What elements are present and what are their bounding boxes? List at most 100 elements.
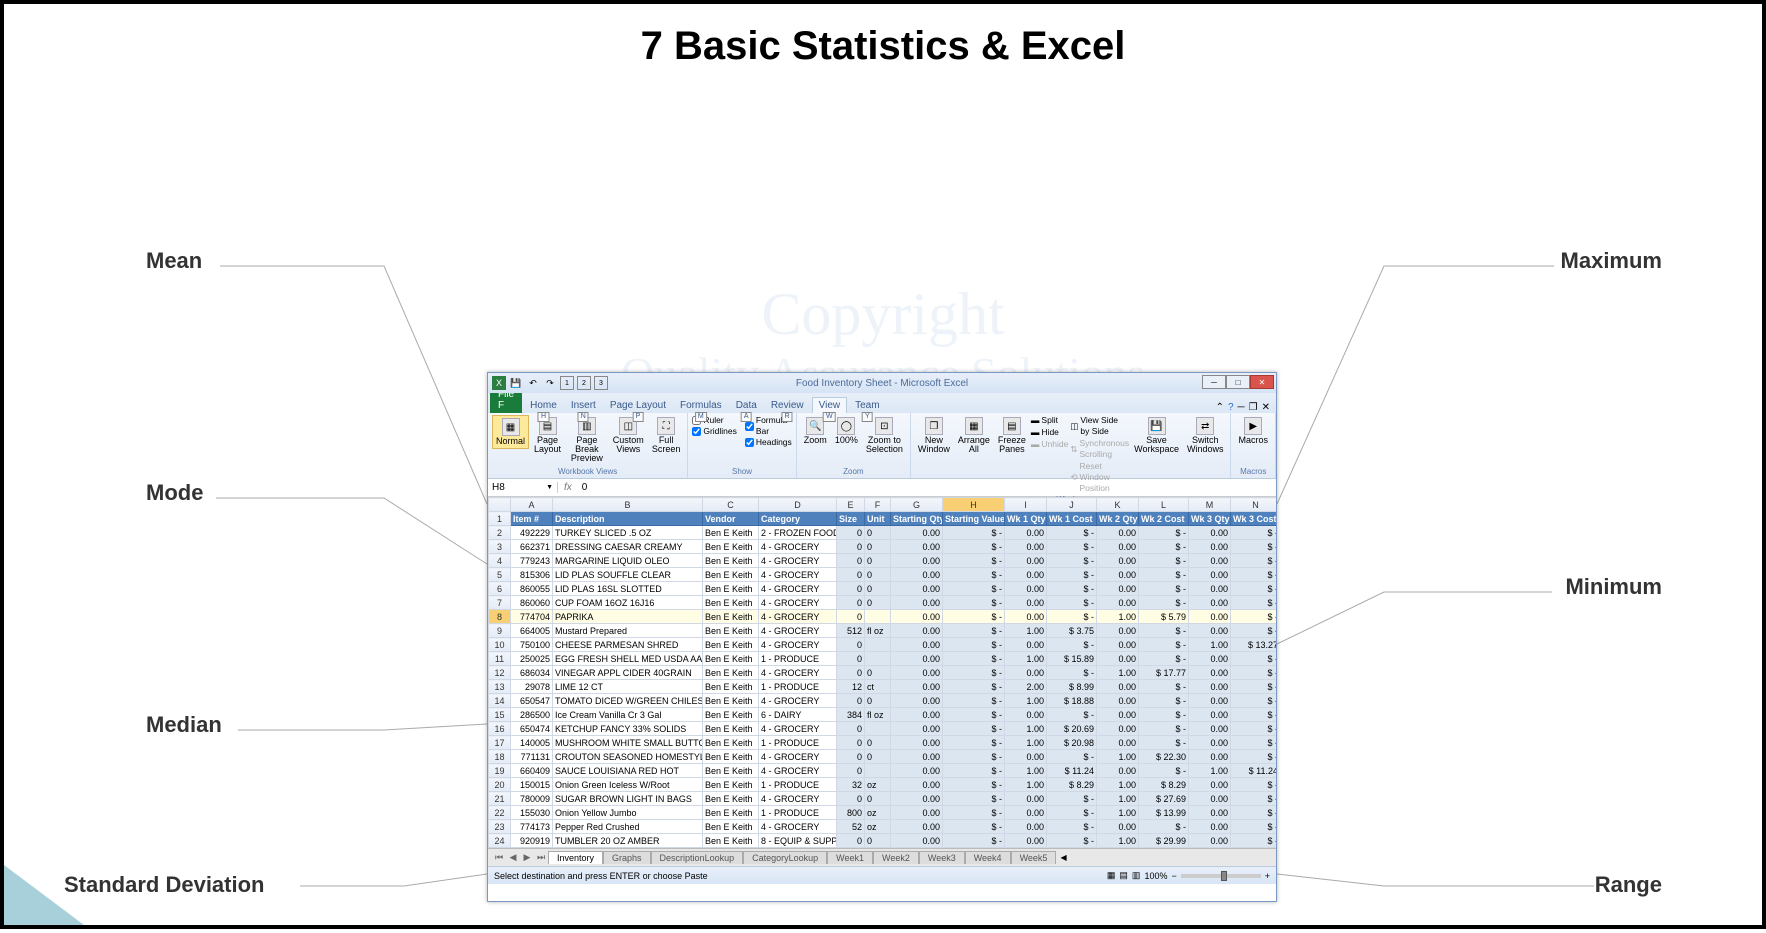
cell[interactable]: 0.00: [1005, 792, 1047, 806]
cell[interactable]: $ -: [1047, 554, 1097, 568]
sheet-tab[interactable]: Week2: [873, 851, 919, 864]
col-header[interactable]: L: [1139, 498, 1189, 512]
cell[interactable]: $ -: [1139, 820, 1189, 834]
cell[interactable]: 1.00: [1005, 624, 1047, 638]
cell[interactable]: Pepper Red Crushed: [553, 820, 703, 834]
zoom-slider[interactable]: [1181, 874, 1261, 878]
cell[interactable]: 0.00: [1005, 750, 1047, 764]
cell[interactable]: 0.00: [1005, 820, 1047, 834]
cell[interactable]: 0.00: [1189, 792, 1231, 806]
sheet-tab[interactable]: CategoryLookup: [743, 851, 827, 864]
cell[interactable]: $ -: [1047, 596, 1097, 610]
cell[interactable]: 0.00: [891, 820, 943, 834]
cell[interactable]: $ -: [943, 680, 1005, 694]
cell[interactable]: $ -: [943, 694, 1005, 708]
cell[interactable]: 650547: [511, 694, 553, 708]
cell[interactable]: 0: [865, 834, 891, 848]
cell[interactable]: 1.00: [1097, 778, 1139, 792]
cell[interactable]: 686034: [511, 666, 553, 680]
col-header[interactable]: M: [1189, 498, 1231, 512]
cell[interactable]: 0.00: [1097, 624, 1139, 638]
cell[interactable]: $ 13.27: [1231, 638, 1277, 652]
unhide-button[interactable]: ▬ Unhide: [1031, 439, 1068, 450]
cell[interactable]: 286500: [511, 708, 553, 722]
cell[interactable]: 2.00: [1005, 680, 1047, 694]
cell[interactable]: $ -: [1047, 638, 1097, 652]
cell[interactable]: 0.00: [1189, 736, 1231, 750]
cell[interactable]: Ben E Keith: [703, 540, 759, 554]
sheet-tab[interactable]: Inventory: [548, 851, 603, 864]
cell[interactable]: 920919: [511, 834, 553, 848]
row-header[interactable]: 10: [489, 638, 511, 652]
cell[interactable]: 0.00: [1189, 624, 1231, 638]
cell[interactable]: 1.00: [1097, 834, 1139, 848]
cell[interactable]: 0.00: [891, 806, 943, 820]
cell[interactable]: 0.00: [1005, 834, 1047, 848]
cell[interactable]: 4 - GROCERY: [759, 764, 837, 778]
cell[interactable]: 4 - GROCERY: [759, 820, 837, 834]
column-header-cell[interactable]: Starting Value: [943, 512, 1005, 526]
view-normal-icon[interactable]: ▦: [1107, 870, 1116, 881]
sheet-tab[interactable]: Week4: [965, 851, 1011, 864]
col-header[interactable]: H: [943, 498, 1005, 512]
qat-3[interactable]: 3: [594, 376, 608, 390]
sheet-tab[interactable]: Week1: [827, 851, 873, 864]
cell[interactable]: 0.00: [891, 540, 943, 554]
cell[interactable]: 1 - PRODUCE: [759, 806, 837, 820]
row-header[interactable]: 17: [489, 736, 511, 750]
cell[interactable]: 0: [837, 554, 865, 568]
cell[interactable]: $ 11.24: [1231, 764, 1277, 778]
cell[interactable]: 0: [837, 666, 865, 680]
cell[interactable]: Mustard Prepared: [553, 624, 703, 638]
cell[interactable]: $ -: [1231, 526, 1277, 540]
cell[interactable]: $ -: [943, 722, 1005, 736]
cell[interactable]: LIME 12 CT: [553, 680, 703, 694]
cell[interactable]: $ -: [943, 554, 1005, 568]
side-by-side-button[interactable]: ◫ View Side by Side: [1070, 415, 1129, 437]
cell[interactable]: 0.00: [1097, 596, 1139, 610]
cell[interactable]: oz: [865, 778, 891, 792]
column-header-cell[interactable]: Wk 1 Cost: [1047, 512, 1097, 526]
col-header[interactable]: F: [865, 498, 891, 512]
cell[interactable]: 0.00: [891, 582, 943, 596]
cell[interactable]: 0: [865, 582, 891, 596]
cell[interactable]: $ -: [1139, 624, 1189, 638]
cell[interactable]: 0.00: [1097, 582, 1139, 596]
cell[interactable]: 750100: [511, 638, 553, 652]
cell[interactable]: LID PLAS 16SL SLOTTED: [553, 582, 703, 596]
arrange-all-button[interactable]: ▦Arrange All: [955, 415, 993, 456]
cell[interactable]: 512: [837, 624, 865, 638]
cell[interactable]: $ 11.24: [1047, 764, 1097, 778]
cell[interactable]: $ -: [943, 736, 1005, 750]
cell[interactable]: 4 - GROCERY: [759, 582, 837, 596]
cell[interactable]: 0: [865, 596, 891, 610]
cell[interactable]: ct: [865, 680, 891, 694]
doc-close-icon[interactable]: ✕: [1262, 402, 1270, 413]
cell[interactable]: 0: [865, 736, 891, 750]
cell[interactable]: 0.00: [1189, 694, 1231, 708]
cell[interactable]: $ -: [1231, 736, 1277, 750]
row-header[interactable]: 14: [489, 694, 511, 708]
cell[interactable]: 780009: [511, 792, 553, 806]
row-header[interactable]: 22: [489, 806, 511, 820]
zoom-in-button[interactable]: +: [1265, 871, 1270, 881]
column-header-cell[interactable]: Item #: [511, 512, 553, 526]
cell[interactable]: 32: [837, 778, 865, 792]
cell[interactable]: 0.00: [1189, 680, 1231, 694]
cell[interactable]: 0.00: [1097, 638, 1139, 652]
cell[interactable]: 0: [837, 736, 865, 750]
cell[interactable]: $ -: [1047, 834, 1097, 848]
cell[interactable]: 860055: [511, 582, 553, 596]
row-header[interactable]: 7: [489, 596, 511, 610]
cell[interactable]: 155030: [511, 806, 553, 820]
tab-page-layout[interactable]: Page LayoutP: [604, 398, 672, 413]
cell[interactable]: $ -: [1231, 554, 1277, 568]
save-workspace-button[interactable]: 💾Save Workspace: [1131, 415, 1182, 456]
cell[interactable]: $ 20.98: [1047, 736, 1097, 750]
cell[interactable]: $ -: [1047, 526, 1097, 540]
cell[interactable]: 0.00: [891, 834, 943, 848]
freeze-panes-button[interactable]: ▤Freeze Panes: [995, 415, 1029, 456]
row-header[interactable]: 4: [489, 554, 511, 568]
col-header[interactable]: C: [703, 498, 759, 512]
cell[interactable]: 0.00: [1097, 568, 1139, 582]
